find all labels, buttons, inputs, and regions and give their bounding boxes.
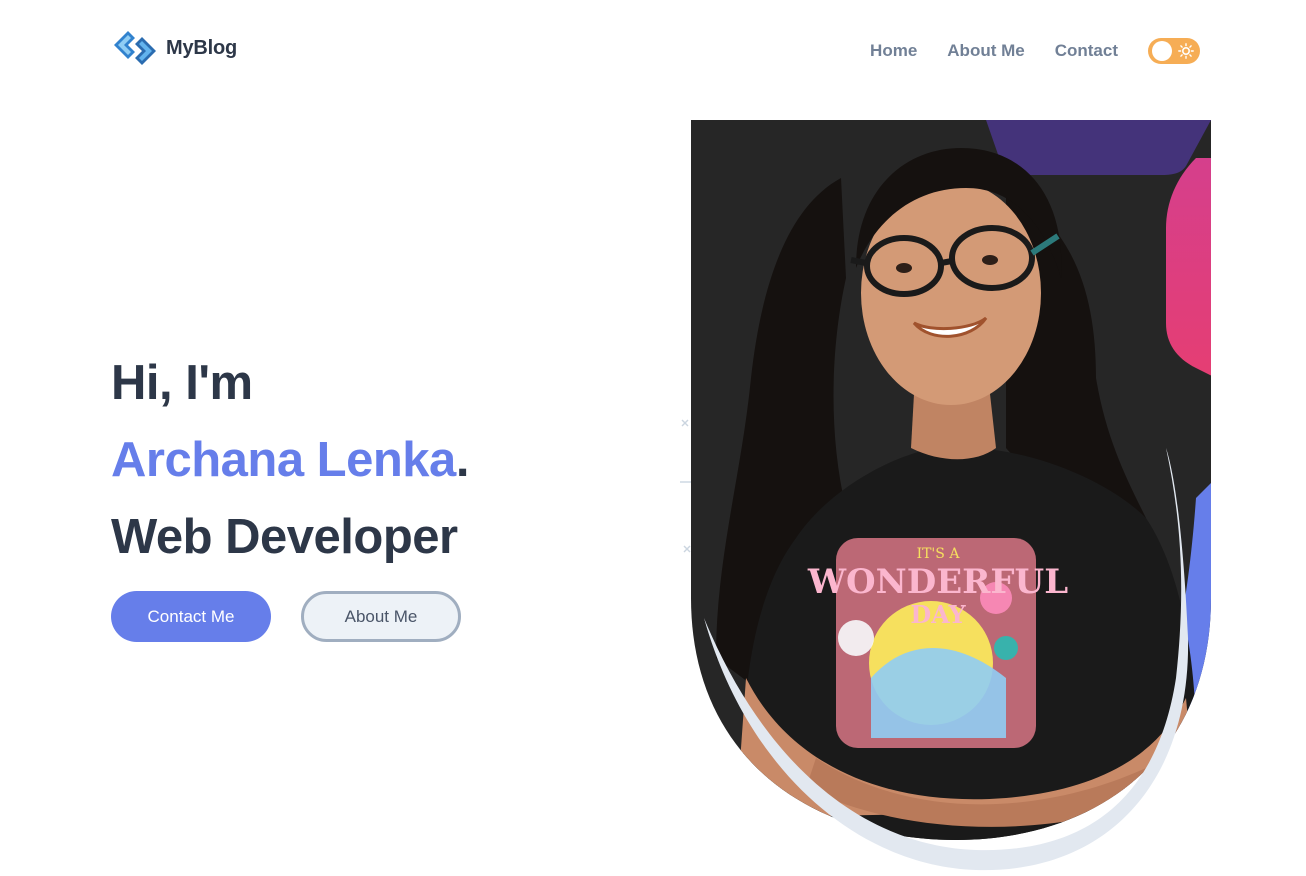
decor-marks xyxy=(680,419,692,553)
svg-text:WONDERFUL: WONDERFUL xyxy=(807,562,1068,602)
svg-text:IT'S A: IT'S A xyxy=(917,546,961,562)
nav-about-me[interactable]: About Me xyxy=(947,40,1024,62)
main-nav: Home About Me Contact xyxy=(870,38,1200,64)
hero-portrait: IT'S A WONDERFUL DAY xyxy=(680,120,1211,871)
nav-home[interactable]: Home xyxy=(870,40,917,62)
hero-name-line: Archana Lenka. xyxy=(111,432,469,488)
page: MyBlog Home About Me Contact Hi, I'm Arc… xyxy=(0,0,1306,876)
site-logo[interactable]: MyBlog xyxy=(110,27,237,69)
hero-role: Web Developer xyxy=(111,510,458,564)
hero-name: Archana Lenka xyxy=(111,433,456,487)
about-me-button[interactable]: About Me xyxy=(301,591,461,642)
shirt-graphic: IT'S A WONDERFUL DAY xyxy=(807,538,1068,748)
logo-text: MyBlog xyxy=(166,36,238,59)
toggle-knob xyxy=(1152,41,1172,61)
hero-greeting: Hi, I'm xyxy=(111,356,253,410)
contact-me-button[interactable]: Contact Me xyxy=(111,591,271,642)
svg-text:DAY: DAY xyxy=(910,600,966,629)
hero-name-period: . xyxy=(455,433,470,487)
logo-icon xyxy=(114,31,156,65)
nav-contact[interactable]: Contact xyxy=(1055,40,1118,62)
sun-icon xyxy=(1178,43,1194,59)
theme-toggle[interactable] xyxy=(1148,38,1200,64)
